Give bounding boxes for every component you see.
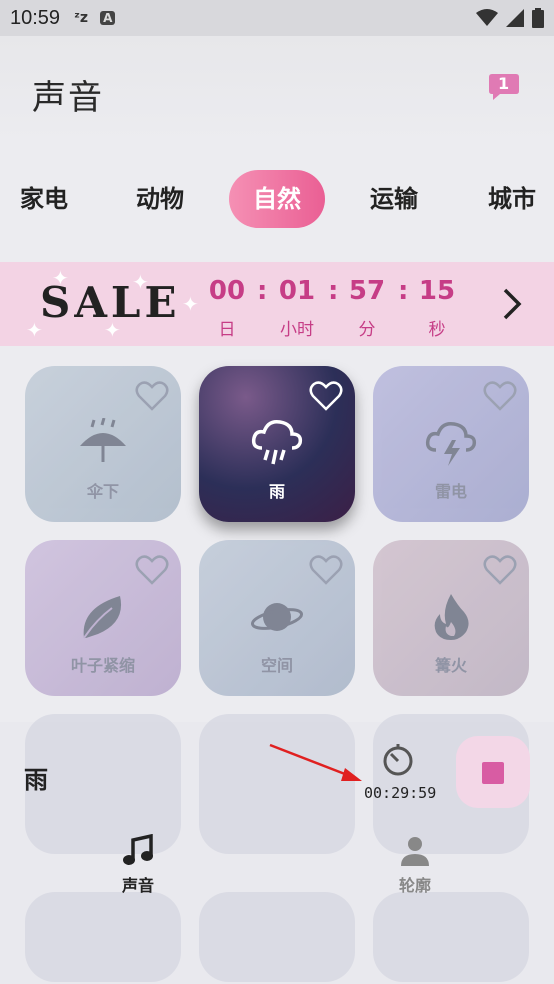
heart-icon[interactable] bbox=[309, 554, 343, 586]
chevron-right-icon[interactable] bbox=[500, 286, 524, 322]
tab-appliances[interactable]: 家电 bbox=[14, 170, 74, 228]
sound-card-campfire[interactable]: 篝火 bbox=[373, 540, 529, 696]
sound-label: 雨 bbox=[268, 482, 285, 501]
countdown-minutes: 57 bbox=[348, 276, 386, 306]
heart-icon[interactable] bbox=[309, 380, 343, 412]
nav-label: 轮廓 bbox=[398, 876, 431, 895]
person-icon bbox=[401, 837, 429, 866]
countdown-unit-minutes: 分 bbox=[358, 320, 376, 340]
heart-icon[interactable] bbox=[483, 554, 517, 586]
app-header: 声音 1 bbox=[0, 36, 554, 146]
sleep-zz-icon: ᶻz bbox=[74, 10, 89, 26]
sound-card-rain[interactable]: 雨 bbox=[199, 366, 355, 522]
stop-button[interactable] bbox=[456, 736, 530, 808]
cloud-lightning-icon bbox=[425, 421, 477, 466]
cloud-rain-icon bbox=[251, 419, 303, 465]
tab-city[interactable]: 城市 bbox=[482, 170, 542, 228]
heart-icon[interactable] bbox=[135, 380, 169, 412]
player-panel: 雨 00:29:59 声音 轮廓 bbox=[0, 714, 554, 984]
page-title: 声音 bbox=[32, 78, 104, 118]
a-badge-icon: A bbox=[100, 11, 116, 25]
umbrella-rain-icon bbox=[80, 418, 126, 462]
timer-icon[interactable] bbox=[380, 742, 416, 778]
sound-card-umbrella[interactable]: 伞下 bbox=[25, 366, 181, 522]
tab-transport[interactable]: 运输 bbox=[364, 170, 424, 228]
sale-banner[interactable]: ✦ ✦ ✦ ✦ ✦ SALE 00 : 01 : 57 : 15 日 小时 分 … bbox=[0, 262, 554, 346]
countdown-seconds: 15 bbox=[418, 276, 456, 306]
countdown-unit-hours: 小时 bbox=[280, 320, 314, 340]
countdown-hours: 01 bbox=[278, 276, 316, 306]
music-note-icon bbox=[123, 834, 153, 865]
notification-count: 1 bbox=[498, 74, 510, 93]
planet-icon bbox=[250, 603, 304, 631]
now-playing-title: 雨 bbox=[24, 766, 48, 794]
sparkle-icon: ✦ bbox=[182, 292, 199, 316]
fire-icon bbox=[434, 594, 469, 640]
timer-remaining: 00:29:59 bbox=[364, 784, 437, 802]
nav-item-sounds[interactable]: 声音 bbox=[88, 834, 188, 896]
leaf-icon bbox=[83, 596, 122, 639]
nav-item-profile[interactable]: 轮廓 bbox=[365, 834, 465, 896]
sale-title: SALE bbox=[40, 278, 181, 327]
sound-label: 伞下 bbox=[86, 482, 119, 501]
category-tabs: 家电 动物 自然 运输 城市 bbox=[0, 170, 554, 230]
sound-label: 雷电 bbox=[434, 482, 467, 501]
heart-icon[interactable] bbox=[483, 380, 517, 412]
notification-button[interactable]: 1 bbox=[488, 72, 520, 102]
wifi-icon bbox=[476, 9, 498, 26]
status-time: 10:59 bbox=[10, 6, 61, 29]
status-bar: 10:59 ᶻz A bbox=[0, 0, 554, 36]
signal-icon bbox=[506, 9, 524, 27]
sound-label: 叶子紧缩 bbox=[70, 656, 135, 675]
sound-card-thunder[interactable]: 雷电 bbox=[373, 366, 529, 522]
battery-icon bbox=[532, 8, 544, 28]
sound-label: 空间 bbox=[260, 656, 293, 675]
sound-card-leaves[interactable]: 叶子紧缩 bbox=[25, 540, 181, 696]
countdown-unit-days: 日 bbox=[218, 320, 236, 340]
tab-nature[interactable]: 自然 bbox=[229, 170, 325, 228]
tab-animals[interactable]: 动物 bbox=[130, 170, 190, 228]
sound-card-space[interactable]: 空间 bbox=[199, 540, 355, 696]
countdown-unit-seconds: 秒 bbox=[428, 320, 446, 340]
heart-icon[interactable] bbox=[135, 554, 169, 586]
stop-icon bbox=[482, 762, 504, 784]
countdown-days: 00 bbox=[208, 276, 246, 306]
nav-label: 声音 bbox=[121, 876, 154, 895]
sound-label: 篝火 bbox=[434, 656, 467, 675]
